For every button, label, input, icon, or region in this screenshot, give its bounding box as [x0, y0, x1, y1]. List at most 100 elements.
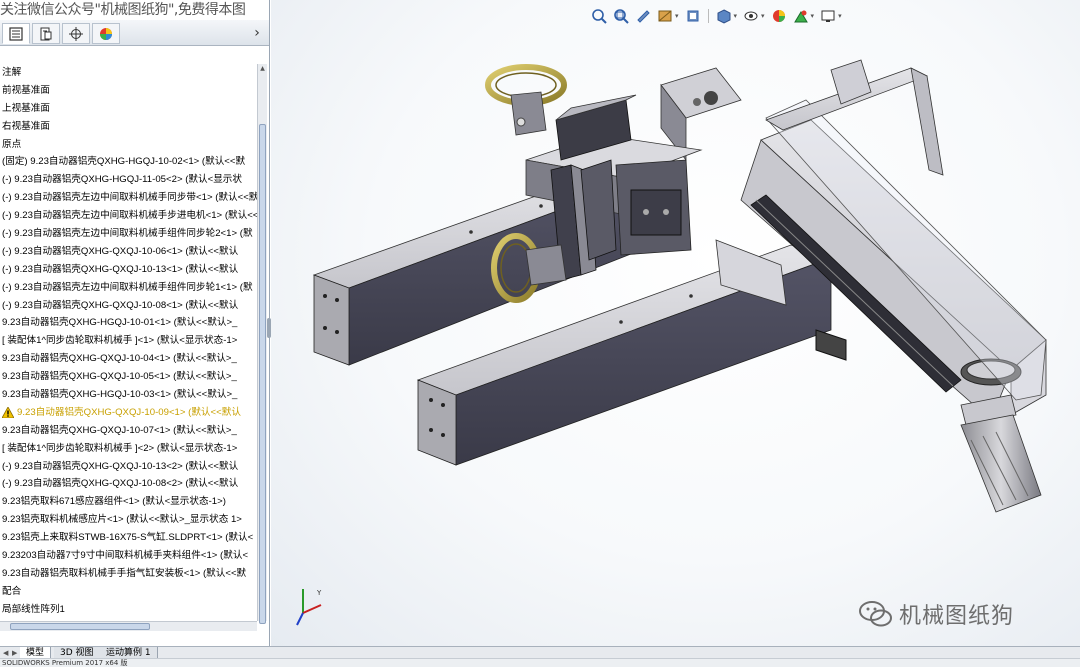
tree-horizontal-scrollbar[interactable] [0, 621, 257, 631]
feature-manager-panel: 关注微信公众号"机械图纸狗",免费得本图 › 注解前视基准面上视基准面右视基准面… [0, 0, 270, 646]
collapse-panel-button[interactable]: › [249, 24, 265, 42]
tree-item[interactable]: (-) 9.23自动器铝壳左边中间取料机械手组件同步轮2<1> (默 [0, 225, 257, 243]
tree-item-label: 9.23自动器铝壳QXHG-QXQJ-10-07<1> (默认<<默认>_ [2, 424, 237, 436]
tree-item-label: (-) 9.23自动器铝壳QXHG-QXQJ-10-08<1> (默认<<默认 [2, 299, 239, 311]
tree-item-label: 局部线性阵列1 [2, 603, 65, 615]
tree-item[interactable]: (-) 9.23自动器铝壳左边中间取料机械手组件同步轮1<1> (默 [0, 279, 257, 297]
property-manager-icon [40, 27, 52, 40]
tree-item-label: 9.23铝壳取料671感应器组件<1> (默认<显示状态-1>) [2, 496, 226, 508]
tree-item[interactable]: (固定) 9.23自动器铝壳QXHG-HGQJ-10-02<1> (默认<<默 [0, 153, 257, 171]
tree-item-label: (-) 9.23自动器铝壳左边中间取料机械手同步带<1> (默认<<默 [2, 192, 257, 204]
section-view-icon[interactable] [657, 8, 673, 24]
graphics-area[interactable]: ▾ ▾ ▾ ▾ ▾ Y 机械图纸狗 [271, 0, 1080, 646]
heads-up-view-toolbar: ▾ ▾ ▾ ▾ ▾ [591, 6, 842, 26]
tree-item[interactable]: (-) 9.23自动器铝壳QXHG-QXQJ-10-13<2> (默认<<默认 [0, 458, 257, 476]
tree-item[interactable]: (-) 9.23自动器铝壳QXHG-QXQJ-10-08<1> (默认<<默认 [0, 297, 257, 315]
tree-item-label: 9.23自动器铝壳取料机械手手指气缸安装板<1> (默认<<默 [2, 567, 247, 579]
tree-item-label: (-) 9.23自动器铝壳左边中间取料机械手组件同步轮2<1> (默 [2, 228, 253, 240]
tree-item-label: 9.23自动器铝壳QXHG-QXQJ-10-04<1> (默认<<默认>_ [2, 353, 237, 365]
assembly-model[interactable] [271, 0, 1080, 646]
tree-item[interactable]: 9.23自动器铝壳QXHG-QXQJ-10-05<1> (默认<<默认>_ [0, 368, 257, 386]
tree-item-label: (固定) 9.23自动器铝壳QXHG-HGQJ-10-02<1> (默认<<默 [2, 156, 246, 168]
view-settings-icon[interactable] [820, 8, 836, 24]
tree-item-label: (-) 9.23自动器铝壳左边中间取料机械手组件同步轮1<1> (默 [2, 281, 253, 293]
brand-watermark: 机械图纸狗 [859, 598, 1014, 630]
status-bar: SOLIDWORKS Premium 2017 x64 版 [0, 658, 1080, 667]
tab-property-manager[interactable] [32, 23, 60, 44]
tree-item-label: 9.23203自动器7寸9寸中间取料机械手夹料组件<1> (默认< [2, 550, 249, 562]
tree-item[interactable]: 9.23203自动器7寸9寸中间取料机械手夹料组件<1> (默认< [0, 547, 257, 565]
tree-item-label: (-) 9.23自动器铝壳左边中间取料机械手步进电机<1> (默认<< [2, 210, 257, 222]
tree-item-label: 9.23铝壳上来取料STWB-16X75-S气缸.SLDPRT<1> (默认< [2, 532, 254, 544]
tree-item[interactable]: 9.23自动器铝壳QXHG-HGQJ-10-01<1> (默认<<默认>_ [0, 314, 257, 332]
tree-item-label: 注解 [2, 67, 22, 78]
tree-item[interactable]: 配合 [0, 583, 257, 601]
tab-display-manager[interactable] [92, 23, 120, 44]
scroll-up-icon[interactable]: ▲ [259, 65, 266, 73]
tree-item[interactable]: 9.23自动器铝壳QXHG-HGQJ-10-03<1> (默认<<默认>_ [0, 386, 257, 404]
bottom-tab-bar: ◀ ▶ 模型 3D 视图 运动算例 1 [0, 646, 1080, 659]
dropdown-arrow-icon[interactable]: ▾ [675, 12, 679, 20]
tree-item[interactable]: 9.23铝壳取料机械感应片<1> (默认<<默认>_显示状态 1> [0, 511, 257, 529]
tree-item[interactable]: [ 装配体1^同步齿轮取料机械手 ]<2> (默认<显示状态-1> [0, 440, 257, 458]
tree-item[interactable]: (-) 9.23自动器铝壳QXHG-QXQJ-10-13<1> (默认<<默认 [0, 261, 257, 279]
tree-item[interactable]: (-) 9.23自动器铝壳QXHG-QXQJ-10-08<2> (默认<<默认 [0, 475, 257, 493]
tree-item-label: 右视基准面 [2, 120, 50, 132]
display-manager-icon [100, 27, 112, 40]
tree-item-label: [ 装配体1^同步齿轮取料机械手 ]<1> (默认<显示状态-1> [2, 335, 238, 347]
tree-item-label: (-) 9.23自动器铝壳QXHG-QXQJ-10-08<2> (默认<<默认 [2, 478, 239, 490]
scroll-thumb[interactable] [259, 124, 266, 624]
zoom-to-fit-icon[interactable] [591, 8, 607, 24]
warning-icon [2, 406, 14, 418]
tree-item-label: 上视基准面 [2, 102, 50, 114]
tree-item[interactable]: 9.23自动器铝壳QXHG-QXQJ-10-07<1> (默认<<默认>_ [0, 422, 257, 440]
hide-show-items-icon[interactable] [743, 8, 759, 24]
tree-item[interactable]: 前视基准面 [0, 82, 257, 100]
tree-item-label: (-) 9.23自动器铝壳QXHG-HGQJ-11-05<2> (默认<显示状 [2, 174, 242, 186]
dropdown-arrow-icon[interactable]: ▾ [734, 12, 738, 20]
tree-item[interactable]: 9.23自动器铝壳取料机械手手指气缸安装板<1> (默认<<默 [0, 565, 257, 583]
gripper-upper[interactable] [485, 64, 567, 136]
tree-item[interactable]: 9.23自动器铝壳QXHG-QXQJ-10-04<1> (默认<<默认>_ [0, 350, 257, 368]
configuration-manager-icon [69, 26, 83, 41]
apply-scene-icon[interactable] [793, 8, 809, 24]
tree-item[interactable]: (-) 9.23自动器铝壳QXHG-QXQJ-10-06<1> (默认<<默认 [0, 243, 257, 261]
servo-motor[interactable] [960, 394, 1042, 513]
tree-item[interactable]: 局部线性阵列1 [0, 601, 257, 619]
tree-item[interactable]: [ 装配体1^同步齿轮取料机械手 ]<1> (默认<显示状态-1> [0, 332, 257, 350]
tree-item[interactable]: 9.23铝壳上来取料STWB-16X75-S气缸.SLDPRT<1> (默认< [0, 529, 257, 547]
tree-item-label: 9.23铝壳取料机械感应片<1> (默认<<默认>_显示状态 1> [2, 514, 242, 526]
tree-item-label: 前视基准面 [2, 84, 50, 96]
tree-item[interactable]: (-) 9.23自动器铝壳左边中间取料机械手同步带<1> (默认<<默 [0, 189, 257, 207]
tree-item[interactable]: 右视基准面 [0, 118, 257, 136]
feature-tree-icon [9, 26, 23, 41]
dropdown-arrow-icon[interactable]: ▾ [838, 12, 842, 20]
zoom-to-area-icon[interactable] [613, 8, 629, 24]
tree-item-label: 9.23自动器铝壳QXHG-QXQJ-10-05<1> (默认<<默认>_ [2, 371, 237, 383]
tree-item[interactable]: 注解 [0, 64, 257, 82]
tree-item-label: (-) 9.23自动器铝壳QXHG-QXQJ-10-13<1> (默认<<默认 [2, 263, 239, 275]
tree-item[interactable]: (-) 9.23自动器铝壳左边中间取料机械手步进电机<1> (默认<< [0, 207, 257, 225]
tree-item[interactable]: 9.23铝壳取料671感应器组件<1> (默认<显示状态-1>) [0, 493, 257, 511]
tree-item[interactable]: 9.23自动器铝壳QXHG-QXQJ-10-09<1> (默认<<默认 [0, 404, 257, 422]
dropdown-arrow-icon[interactable]: ▾ [811, 12, 815, 20]
display-style-icon[interactable] [716, 8, 732, 24]
previous-view-icon[interactable] [635, 8, 651, 24]
wechat-icon [859, 601, 892, 627]
edit-appearance-icon[interactable] [771, 8, 787, 24]
view-orientation-icon[interactable] [685, 8, 701, 24]
tree-vertical-scrollbar[interactable]: ▲ [257, 64, 267, 624]
tab-configuration-manager[interactable] [62, 23, 90, 44]
tree-item-label: 9.23自动器铝壳QXHG-HGQJ-10-01<1> (默认<<默认>_ [2, 317, 238, 329]
tree-item-label: 9.23自动器铝壳QXHG-QXQJ-10-09<1> (默认<<默认 [17, 406, 241, 418]
tree-item[interactable]: 上视基准面 [0, 100, 257, 118]
dropdown-arrow-icon[interactable]: ▾ [761, 12, 765, 20]
tree-item-label: 配合 [2, 585, 22, 597]
scroll-thumb-horizontal[interactable] [10, 623, 150, 630]
brand-name: 机械图纸狗 [899, 604, 1015, 629]
tree-item[interactable]: 原点 [0, 136, 257, 154]
watermark-text: 关注微信公众号"机械图纸狗",免费得本图 [0, 2, 246, 18]
tree-item[interactable]: (-) 9.23自动器铝壳QXHG-HGQJ-11-05<2> (默认<显示状 [0, 171, 257, 189]
tree-item-label: 9.23自动器铝壳QXHG-HGQJ-10-03<1> (默认<<默认>_ [2, 389, 238, 401]
tab-feature-tree[interactable] [2, 23, 30, 44]
